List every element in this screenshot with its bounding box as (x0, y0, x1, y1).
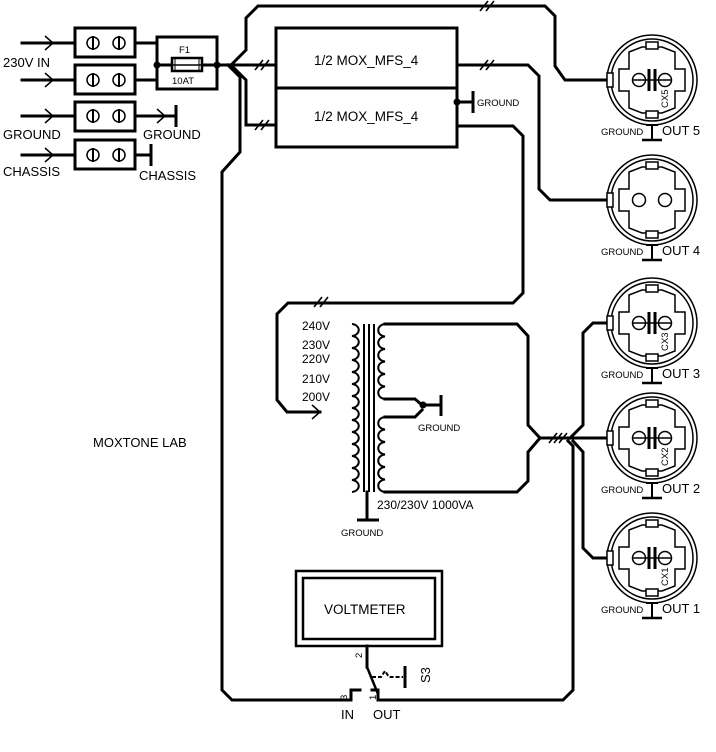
secondary-winding-upper (377, 323, 386, 400)
center-tap-ground: GROUND (418, 423, 460, 434)
transformer-core-ground: GROUND (341, 528, 383, 539)
outlets: CX5GROUND OUT 5GROUND OUT 4CX3GROUND OUT 3C… (601, 34, 700, 620)
switch-pin-3: 3 (339, 695, 350, 700)
switch-out-label: OUT (373, 707, 401, 722)
fuse-rating: 10AT (172, 76, 194, 87)
filter-2-label: 1/2 MOX_MFS_4 (314, 109, 419, 124)
tap-240v: 240V (302, 319, 330, 333)
tap-220v: 220V (302, 352, 330, 366)
outlet-3: CX3 GROUND OUT 3 (601, 277, 700, 385)
tap-230v: 230V (302, 338, 330, 352)
voltmeter-label: VOLTMETER (324, 602, 406, 617)
tap-200v: 200V (302, 390, 330, 404)
tap-210v: 210V (302, 372, 330, 386)
chassis-output-label: CHASSIS (139, 168, 196, 183)
capacitor-label: CX1 (660, 568, 671, 586)
outlet-name: OUT 3 (662, 366, 700, 381)
switch-pin-2: 2 (354, 653, 365, 658)
outlet-4: GROUND OUT 4 (601, 154, 700, 262)
outlet-5: CX5 GROUND OUT 5 (601, 34, 700, 142)
outlet-name: OUT 2 (662, 481, 700, 496)
lab-title: MOXTONE LAB (93, 435, 187, 450)
ground-input-label: GROUND (3, 127, 61, 142)
capacitor-label: CX3 (660, 333, 671, 351)
outlet-name: OUT 5 (662, 123, 700, 138)
outlet-ground-label: GROUND (601, 605, 643, 616)
capacitor-label: CX2 (660, 448, 671, 466)
mains-input-label: 230V IN (3, 55, 50, 70)
transformer (351, 323, 386, 522)
outlet-ground-label: GROUND (601, 247, 643, 258)
fuse-ref: F1 (179, 45, 190, 56)
filter-ground-label: GROUND (477, 98, 519, 109)
transformer-rating: 230/230V 1000VA (377, 498, 474, 512)
outlet-name: OUT 1 (662, 601, 700, 616)
outlet-ground-label: GROUND (601, 127, 643, 138)
filter-1-label: 1/2 MOX_MFS_4 (314, 53, 419, 68)
switch-ref: S3 (418, 667, 433, 683)
outlet-ground-label: GROUND (601, 370, 643, 381)
outlet-1: CX1 GROUND OUT 1 (601, 512, 700, 620)
switch-in-label: IN (341, 707, 354, 722)
schematic: 230V IN GROUND GROUND CHASSIS CHASSIS F1… (3, 0, 700, 722)
primary-winding (351, 323, 360, 493)
terminal-block-mains-l (20, 26, 159, 59)
ground-output-label: GROUND (143, 127, 201, 142)
capacitor-label: CX5 (660, 90, 671, 108)
chassis-input-label: CHASSIS (3, 164, 60, 179)
outlet-name: OUT 4 (662, 243, 700, 258)
outlet-ground-label: GROUND (601, 485, 643, 496)
switch-pin-1: 1 (368, 695, 379, 700)
outlet-2: CX2 GROUND OUT 2 (601, 392, 700, 500)
secondary-winding-lower (377, 416, 386, 493)
filter-block (274, 26, 459, 149)
